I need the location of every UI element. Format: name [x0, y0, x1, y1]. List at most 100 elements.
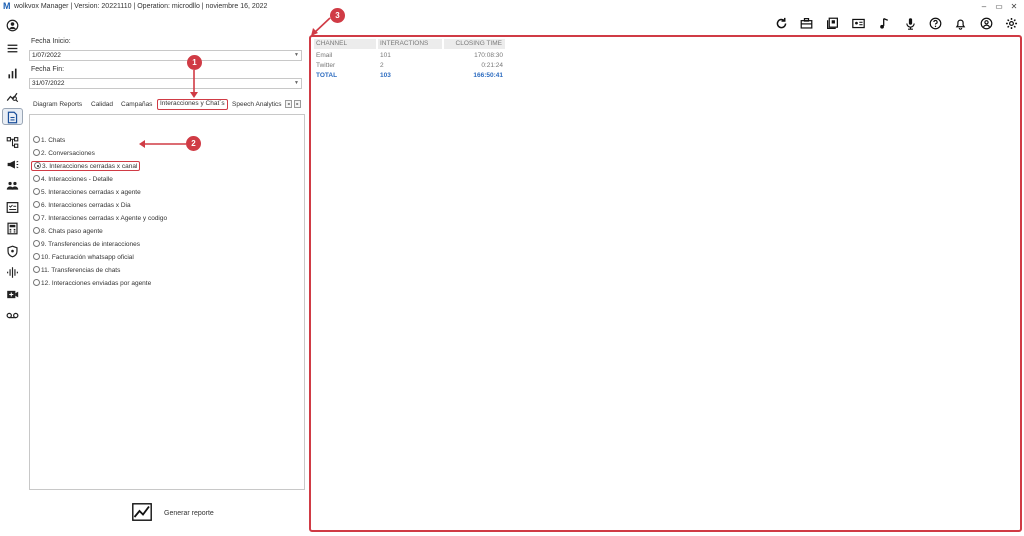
column-header[interactable]: CHANNEL	[314, 39, 377, 49]
report-option[interactable]: 8. Chats paso agente	[33, 227, 103, 237]
tab-diagram-reports[interactable]: Diagram Reports	[33, 99, 82, 110]
table-cell: TOTAL	[316, 72, 338, 79]
report-option[interactable]: 1. Chats	[33, 136, 65, 146]
report-option-label: 3. Interacciones cerradas x canal	[42, 163, 138, 170]
annotation-badge-3: 3	[330, 8, 345, 23]
radio-button[interactable]	[33, 240, 40, 247]
help-icon[interactable]	[928, 16, 942, 30]
analytics-icon[interactable]	[4, 88, 20, 104]
tab-calidad[interactable]: Calidad	[91, 99, 113, 110]
flow-icon[interactable]	[4, 134, 20, 150]
radio-button[interactable]	[33, 214, 40, 221]
id-card-icon[interactable]	[851, 16, 865, 30]
report-option[interactable]: 9. Transferencias de interacciones	[33, 240, 140, 250]
voicemail-icon[interactable]	[4, 307, 20, 323]
title-bar: M wolkvox Manager | Version: 20221110 | …	[0, 0, 1024, 14]
report-option[interactable]: 11. Transferencias de chats	[33, 266, 120, 276]
report-option[interactable]: 12. Interacciones enviadas por agente	[33, 279, 151, 289]
chevron-down-icon[interactable]: ▼	[294, 79, 299, 88]
table-cell: Twitter	[316, 62, 336, 69]
app-window: M wolkvox Manager | Version: 20221110 | …	[0, 0, 1024, 536]
close-button[interactable]: ✕	[1008, 0, 1020, 14]
radio-button[interactable]	[33, 149, 40, 156]
results-panel: CHANNEL INTERACTIONS CLOSING TIME Email 101 1…	[309, 35, 1022, 532]
radio-button[interactable]	[33, 175, 40, 182]
app-logo: M	[3, 1, 11, 11]
audio-wave-icon[interactable]	[4, 264, 20, 280]
radio-button[interactable]	[33, 201, 40, 208]
end-date-label: Fecha Fin:	[31, 66, 65, 73]
column-header[interactable]: INTERACTIONS	[378, 39, 443, 49]
radio-button[interactable]	[33, 266, 40, 273]
report-icon[interactable]	[4, 109, 20, 125]
window-title: wolkvox Manager | Version: 20221110 | Op…	[14, 3, 268, 10]
table-cell: 0:21:24	[481, 62, 503, 69]
column-header[interactable]: CLOSING TIME	[444, 39, 506, 49]
bar-chart-icon[interactable]	[4, 65, 20, 81]
radio-button[interactable]	[33, 136, 40, 143]
report-option[interactable]: 4. Interacciones - Detalle	[33, 175, 113, 185]
start-date-field[interactable]: 1/07/2022 ▼	[29, 50, 302, 61]
table-cell: 103	[380, 72, 391, 79]
report-option[interactable]: 5. Interacciones cerradas x agente	[33, 188, 141, 198]
tab-campanas[interactable]: Campañas	[121, 99, 152, 110]
report-option-label: 2. Conversaciones	[41, 150, 95, 157]
shield-icon[interactable]	[4, 243, 20, 259]
radio-button[interactable]	[33, 253, 40, 260]
annotation-arrow-3	[312, 17, 331, 35]
music-note-icon[interactable]	[877, 16, 891, 30]
radio-button[interactable]	[33, 188, 40, 195]
video-add-icon[interactable]	[4, 286, 20, 302]
campaign-icon[interactable]	[4, 156, 20, 172]
checklist-icon[interactable]	[4, 199, 20, 215]
report-option-label: 10. Facturación whatsapp oficial	[41, 254, 134, 261]
generate-report-icon[interactable]	[132, 503, 152, 521]
tab-scroll-right-button[interactable]: ▸	[294, 100, 301, 108]
group-icon[interactable]	[4, 177, 20, 193]
tab-speech-analytics[interactable]: Speech Analytics	[232, 99, 282, 110]
report-option-label: 8. Chats paso agente	[41, 228, 103, 235]
briefcase-icon[interactable]	[799, 16, 813, 30]
restore-button[interactable]: ▭	[993, 0, 1005, 14]
settings-icon[interactable]	[1004, 16, 1018, 30]
tab-scroll-left-button[interactable]: ◂	[285, 100, 292, 108]
end-date-field[interactable]: 31/07/2022 ▼	[29, 78, 302, 89]
report-option[interactable]: 2. Conversaciones	[33, 149, 95, 159]
report-option-label: 4. Interacciones - Detalle	[41, 176, 113, 183]
report-list: 1. Chats 2. Conversaciones 3. Interaccione…	[29, 114, 305, 490]
report-option-label: 7. Interacciones cerradas x Agente y cod…	[41, 215, 168, 222]
table-cell: Email	[316, 52, 333, 59]
profile-icon[interactable]	[4, 17, 20, 33]
minimize-button[interactable]: –	[978, 0, 990, 14]
generate-report-button[interactable]: Generar reporte	[164, 510, 214, 517]
report-category-tabs: Diagram Reports Calidad Campañas Interac…	[29, 99, 306, 110]
report-option-label: 12. Interacciones enviadas por agente	[41, 280, 152, 287]
radio-button[interactable]	[33, 279, 40, 286]
menu-icon[interactable]	[4, 40, 20, 56]
report-settings-panel: Fecha Inicio: 1/07/2022 ▼ Fecha Fin: 31/…	[29, 35, 306, 533]
report-option[interactable]: 7. Interacciones cerradas x Agente y cod…	[33, 214, 167, 224]
calculator-icon[interactable]	[4, 220, 20, 236]
start-date-value: 1/07/2022	[32, 52, 61, 59]
report-option-label: 1. Chats	[41, 137, 66, 144]
report-option[interactable]: 10. Facturación whatsapp oficial	[33, 253, 134, 263]
table-cell: 2	[380, 62, 384, 69]
annotation-badge-1: 1	[187, 55, 202, 70]
user-icon[interactable]	[979, 16, 993, 30]
chevron-down-icon[interactable]: ▼	[294, 51, 299, 60]
microphone-icon[interactable]	[903, 16, 917, 30]
tab-interacciones-chats[interactable]: Interacciones y Chat´s	[157, 99, 228, 110]
end-date-value: 31/07/2022	[32, 80, 65, 87]
table-cell: 101	[380, 52, 391, 59]
table-cell: 166:50:41	[473, 72, 503, 79]
report-option-label: 9. Transferencias de interacciones	[41, 241, 140, 248]
report-option-label: 5. Interacciones cerradas x agente	[41, 189, 141, 196]
radio-button[interactable]	[33, 227, 40, 234]
radio-button[interactable]	[34, 162, 41, 169]
refresh-icon[interactable]	[774, 16, 788, 30]
start-date-label: Fecha Inicio:	[31, 38, 71, 45]
book-icon[interactable]	[825, 16, 839, 30]
report-option[interactable]: 3. Interacciones cerradas x canal	[31, 161, 141, 171]
bell-icon[interactable]	[953, 16, 967, 30]
report-option[interactable]: 6. Interacciones cerradas x Dia	[33, 201, 131, 211]
